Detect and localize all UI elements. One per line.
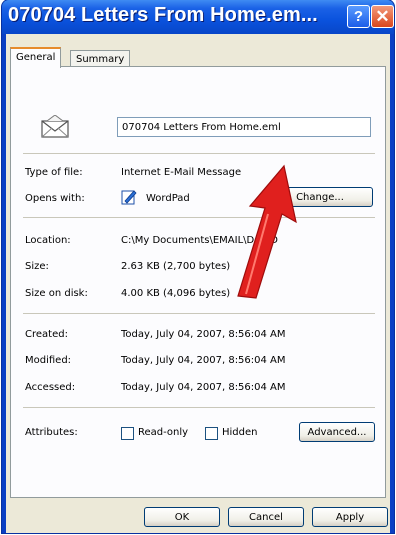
hidden-checkbox[interactable] — [205, 427, 218, 440]
type-label: Type of file: — [25, 167, 83, 178]
hidden-label[interactable]: Hidden — [222, 427, 257, 438]
size-on-disk-label: Size on disk: — [25, 288, 88, 299]
dialog-client: General Summary 070704 Letters From Home… — [6, 34, 390, 533]
help-button[interactable]: ? — [347, 5, 370, 28]
created-label: Created: — [25, 329, 68, 340]
file-name-field[interactable]: 070704 Letters From Home.eml — [117, 117, 371, 137]
general-panel: 070704 Letters From Home.eml Type of fil… — [10, 66, 386, 498]
opens-with-value: WordPad — [146, 193, 190, 204]
location-value: C:\My Documents\EMAIL\DA...D — [121, 235, 278, 246]
wordpad-icon — [121, 190, 137, 205]
location-label: Location: — [25, 235, 71, 246]
title-bar[interactable]: 070704 Letters From Home.em... ? ✕ — [2, 0, 394, 34]
created-value: Today, July 04, 2007, 8:56:04 AM — [121, 329, 286, 340]
advanced-button-label: Advanced... — [307, 427, 367, 438]
ok-button-label: OK — [174, 512, 190, 523]
modified-value: Today, July 04, 2007, 8:56:04 AM — [121, 355, 286, 366]
envelope-icon — [41, 115, 69, 138]
size-on-disk-value: 4.00 KB (4,096 bytes) — [121, 288, 231, 299]
attributes-label: Attributes: — [25, 427, 78, 438]
size-label: Size: — [25, 261, 49, 272]
advanced-button[interactable]: Advanced... — [299, 422, 375, 442]
cancel-button[interactable]: Cancel — [228, 507, 304, 527]
divider — [23, 313, 375, 314]
accessed-label: Accessed: — [25, 382, 76, 393]
divider — [23, 407, 375, 408]
change-button[interactable]: Change... — [267, 187, 373, 207]
size-value: 2.63 KB (2,700 bytes) — [121, 261, 231, 272]
properties-window: 070704 Letters From Home.em... ? ✕ Gener… — [2, 0, 394, 533]
close-button[interactable]: ✕ — [371, 5, 394, 28]
window-title: 070704 Letters From Home.em... — [8, 4, 318, 26]
cancel-button-label: Cancel — [249, 512, 283, 523]
accessed-value: Today, July 04, 2007, 8:56:04 AM — [121, 382, 286, 393]
apply-button-label: Apply — [335, 512, 365, 523]
type-value: Internet E-Mail Message — [121, 167, 242, 178]
divider — [23, 217, 375, 218]
opens-with-label: Opens with: — [25, 193, 85, 204]
divider — [23, 153, 375, 154]
modified-label: Modified: — [25, 355, 72, 366]
ok-button[interactable]: OK — [144, 507, 220, 527]
apply-button[interactable]: Apply — [312, 507, 388, 527]
change-button-label: Change... — [296, 192, 344, 203]
readonly-label[interactable]: Read-only — [138, 427, 188, 438]
readonly-checkbox[interactable] — [121, 427, 134, 440]
tab-general[interactable]: General — [10, 47, 62, 68]
